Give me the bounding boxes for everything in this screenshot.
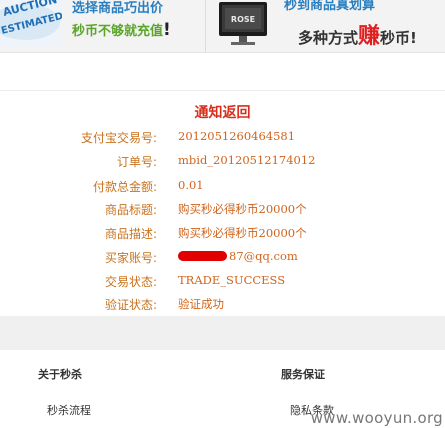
value-total-fee: 0.01	[178, 178, 204, 192]
label-order-no: 订单号:	[116, 155, 157, 169]
label-subject: 商品标题:	[104, 203, 157, 217]
promo-banner: AUCTION ESTIMATED 选择商品巧出价 秒币不够就充值! ROSE …	[0, 0, 445, 53]
banner-right-title[interactable]: 秒到商品真划算	[284, 0, 375, 13]
label-buyer: 买家账号:	[104, 251, 157, 265]
value-verify-status: 验证成功	[178, 297, 224, 311]
section-separator	[0, 316, 445, 350]
notify-title: 通知返回	[194, 105, 251, 121]
banner-left-sub-text: 秒币不够就充值	[72, 24, 164, 39]
footer-about-title: 关于秒杀	[38, 368, 82, 381]
banner-left-bang: !	[163, 20, 171, 40]
banner-right-sub-em: 赚	[358, 24, 381, 49]
label-trade-no: 支付宝交易号:	[80, 131, 157, 145]
value-trade-no: 2012051260464581	[178, 129, 296, 143]
svg-text:ROSE: ROSE	[231, 15, 255, 24]
label-body: 商品描述:	[104, 227, 157, 241]
watermark: www.wooyun.org	[310, 409, 443, 427]
monitor-icon[interactable]: ROSE	[215, 0, 271, 48]
row-verify-status: 验证状态: 验证成功	[0, 296, 445, 318]
banner-divider	[205, 0, 206, 52]
row-trade-no: 支付宝交易号: 2012051260464581	[0, 129, 445, 151]
notify-result-panel: 通知返回 支付宝交易号: 2012051260464581 订单号: mbid_…	[0, 90, 445, 317]
value-body: 购买秒必得秒币20000个	[178, 226, 307, 240]
banner-right-sub-pre: 多种方式	[298, 29, 359, 47]
redaction-mark	[178, 251, 227, 261]
value-buyer: 87@qq.com	[229, 249, 298, 263]
banner-right-sub-post: 秒币!	[380, 29, 417, 47]
banner-right-subtitle[interactable]: 多种方式赚秒币!	[298, 18, 417, 50]
footer-service-title: 服务保证	[281, 368, 325, 381]
value-trade-status: TRADE_SUCCESS	[178, 273, 286, 287]
label-trade-status: 交易状态:	[104, 275, 157, 289]
footer-link-flow[interactable]: 秒杀流程	[47, 402, 91, 418]
row-trade-status: 交易状态: TRADE_SUCCESS	[0, 273, 445, 295]
banner-left-subtitle[interactable]: 秒币不够就充值!	[72, 20, 171, 40]
site-footer: 关于秒杀 秒杀流程 服务保证 隐私条款 www.wooyun.org	[0, 350, 445, 428]
value-subject: 购买秒必得秒币20000个	[178, 202, 307, 216]
site-logo[interactable]: AUCTION ESTIMATED	[0, 0, 62, 48]
label-total-fee: 付款总金额:	[92, 180, 157, 194]
label-verify-status: 验证状态:	[104, 298, 157, 312]
row-body: 商品描述: 购买秒必得秒币20000个	[0, 225, 445, 247]
row-subject: 商品标题: 购买秒必得秒币20000个	[0, 201, 445, 223]
value-order-no: mbid_20120512174012	[178, 153, 316, 167]
row-total-fee: 付款总金额: 0.01	[0, 178, 445, 200]
row-order-no: 订单号: mbid_20120512174012	[0, 153, 445, 175]
banner-left-title[interactable]: 选择商品巧出价	[72, 0, 163, 16]
row-buyer: 买家账号: 87@qq.com	[0, 249, 445, 271]
